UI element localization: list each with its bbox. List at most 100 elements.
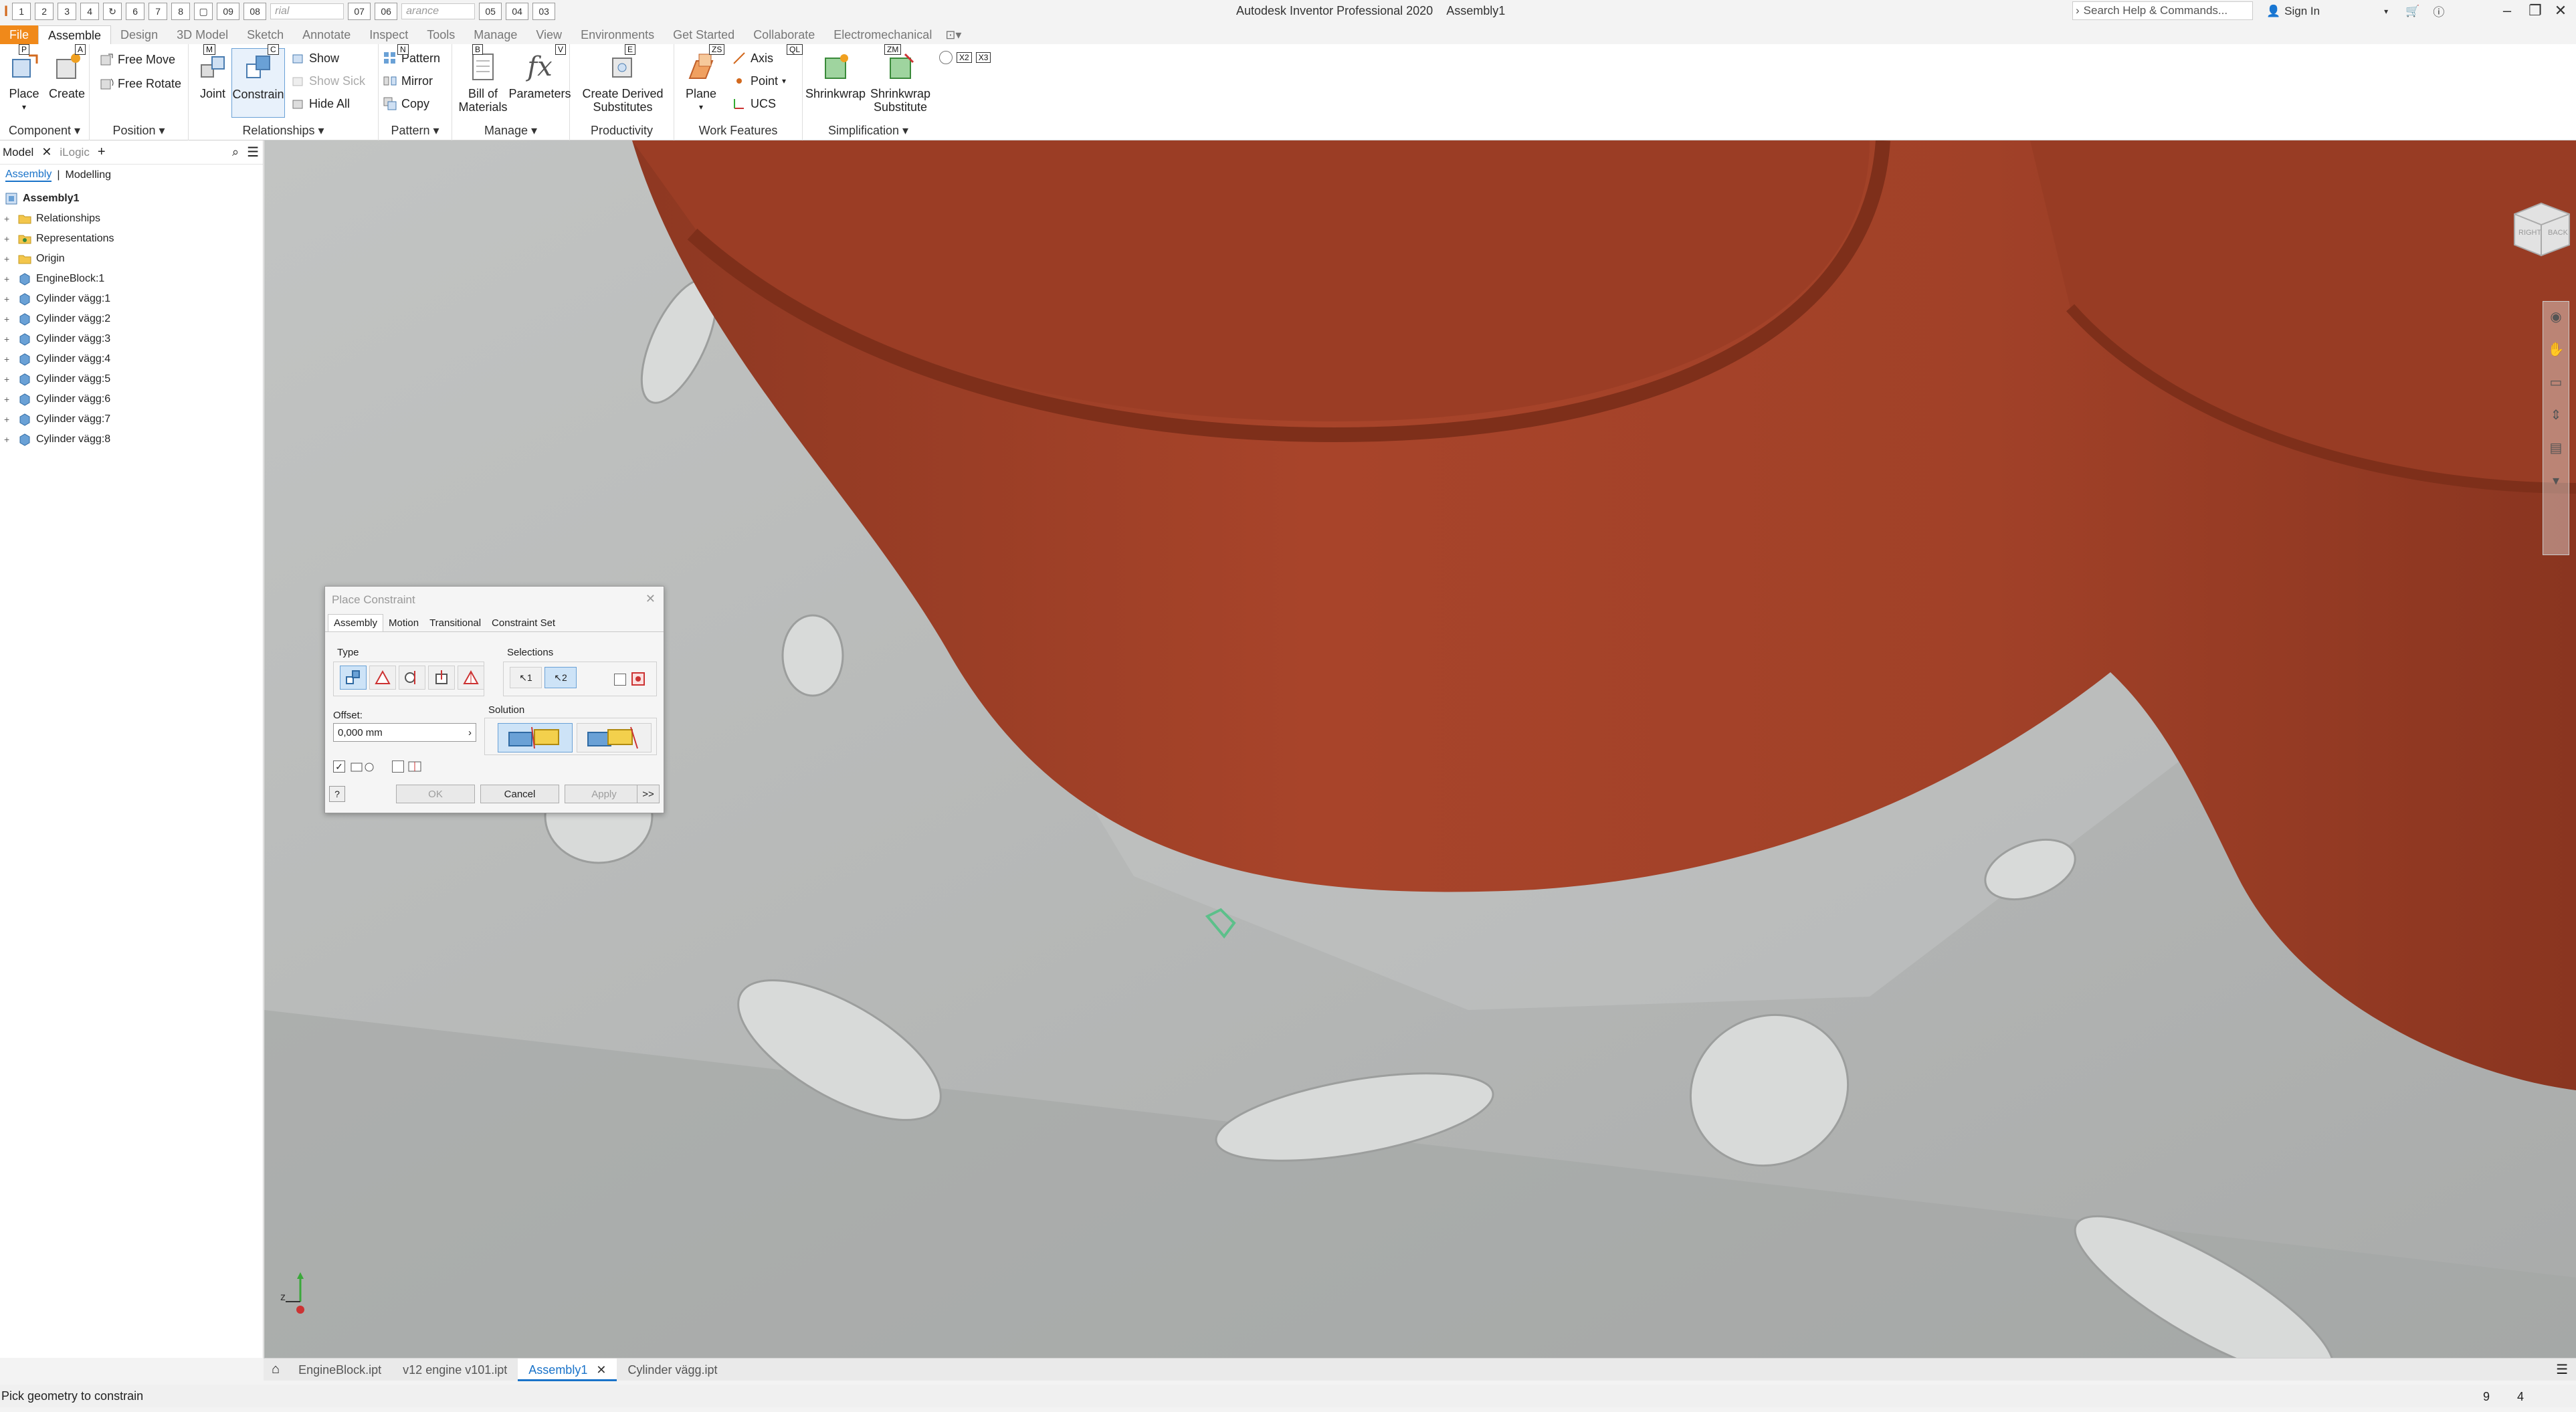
expand-icon[interactable]: + bbox=[4, 395, 13, 404]
ribbon-options-button[interactable]: X2 X3 bbox=[939, 51, 991, 64]
tab-inspect[interactable]: Inspect bbox=[360, 25, 417, 44]
viewcube-right-face[interactable]: RIGHT bbox=[2518, 229, 2541, 237]
save-button[interactable]: 3 bbox=[58, 3, 77, 20]
tree-item-cylinder-2[interactable]: + Cylinder vägg:2 bbox=[0, 309, 263, 329]
add-tab-icon[interactable]: + bbox=[98, 144, 106, 160]
tab-tools[interactable]: Tools bbox=[417, 25, 464, 44]
viewcube-back-face[interactable]: BACK bbox=[2548, 229, 2568, 237]
shrinkwrap-button[interactable]: Shrinkwrap bbox=[803, 49, 868, 100]
expand-icon[interactable]: + bbox=[4, 214, 13, 223]
tab-get-started[interactable]: Get Started bbox=[664, 25, 744, 44]
expand-icon[interactable]: + bbox=[4, 294, 13, 304]
tab-menu-icon[interactable]: ☰ bbox=[2556, 1361, 2568, 1378]
qat-09-button[interactable]: 09 bbox=[217, 3, 240, 20]
expand-icon[interactable]: + bbox=[4, 355, 13, 364]
dialog-title-bar[interactable]: Place Constraint ✕ bbox=[325, 587, 664, 613]
tab-assembly[interactable]: Assembly bbox=[328, 614, 384, 631]
selection-1-button[interactable]: ↖ 1 bbox=[510, 667, 542, 688]
close-icon[interactable]: ✕ bbox=[646, 592, 656, 606]
group-label-manage[interactable]: Manage ▾ bbox=[452, 124, 569, 138]
qat-06-button[interactable]: 06 bbox=[375, 3, 398, 20]
viewcube[interactable]: RIGHT BACK bbox=[2509, 194, 2573, 258]
tree-item-origin[interactable]: + Origin bbox=[0, 249, 263, 269]
close-window-button[interactable]: ✕ bbox=[2547, 0, 2574, 21]
tab-model[interactable]: Model bbox=[3, 146, 33, 159]
apply-button[interactable]: Apply bbox=[565, 785, 643, 803]
pattern-button[interactable]: Pattern bbox=[383, 51, 440, 66]
tab-transitional[interactable]: Transitional bbox=[424, 615, 486, 631]
constrain-button[interactable]: Constrain bbox=[231, 48, 285, 118]
tab-ilogic[interactable]: iLogic bbox=[60, 146, 89, 159]
tree-item-cylinder-1[interactable]: + Cylinder vägg:1 bbox=[0, 289, 263, 309]
tangent-constraint-button[interactable] bbox=[399, 666, 425, 690]
shrinkwrap-substitute-button[interactable]: Shrinkwrap Substitute bbox=[867, 49, 934, 114]
tab-file[interactable]: File bbox=[0, 25, 39, 44]
cancel-button[interactable]: Cancel bbox=[480, 785, 559, 803]
tree-item-cylinder-8[interactable]: + Cylinder vägg:8 bbox=[0, 429, 263, 449]
selection-2-button[interactable]: ↖ 2 bbox=[544, 667, 577, 688]
properties-button[interactable]: ▢ bbox=[194, 3, 213, 20]
symmetry-constraint-button[interactable] bbox=[458, 666, 484, 690]
tab-manage[interactable]: Manage bbox=[464, 25, 526, 44]
tab-view[interactable]: View bbox=[526, 25, 571, 44]
qat-08-button[interactable]: 08 bbox=[243, 3, 267, 20]
group-label-position[interactable]: Position ▾ bbox=[90, 124, 188, 138]
close-icon[interactable]: ✕ bbox=[596, 1363, 606, 1377]
tab-environments[interactable]: Environments bbox=[571, 25, 664, 44]
tree-item-cylinder-4[interactable]: + Cylinder vägg:4 bbox=[0, 349, 263, 369]
restore-button[interactable]: ❐ bbox=[2522, 0, 2549, 21]
expand-icon[interactable]: + bbox=[4, 274, 13, 284]
doc-tab-cylinder[interactable]: Cylinder vägg.ipt bbox=[617, 1358, 728, 1381]
more-options-button[interactable]: >> bbox=[637, 785, 660, 803]
tab-motion[interactable]: Motion bbox=[383, 615, 424, 631]
tab-constraint-set[interactable]: Constraint Set bbox=[486, 615, 561, 631]
show-preview-checkbox[interactable]: ✓ bbox=[333, 761, 345, 773]
plane-button[interactable]: Plane ▾ bbox=[680, 49, 722, 114]
material-dropdown[interactable]: rial bbox=[270, 3, 344, 19]
ucs-button[interactable]: UCS bbox=[732, 96, 776, 111]
pan-hand-icon[interactable]: ✋ bbox=[2548, 341, 2565, 358]
solution-flush-button[interactable] bbox=[577, 723, 652, 752]
orbit-icon[interactable]: ⇕ bbox=[2551, 407, 2562, 423]
tab-sketch[interactable]: Sketch bbox=[237, 25, 293, 44]
redo-button[interactable]: ↻ bbox=[103, 3, 122, 20]
new-file-button[interactable]: 1 bbox=[12, 3, 31, 20]
tree-item-relationships[interactable]: + Relationships bbox=[0, 209, 263, 229]
expand-icon[interactable]: + bbox=[4, 254, 13, 264]
tree-item-representations[interactable]: + Representations bbox=[0, 229, 263, 249]
parameters-button[interactable]: fx Parameters bbox=[508, 49, 571, 100]
home-button[interactable]: 6 bbox=[126, 3, 145, 20]
show-sick-button[interactable]: Show Sick bbox=[290, 74, 365, 88]
tree-item-cylinder-5[interactable]: + Cylinder vägg:5 bbox=[0, 369, 263, 389]
close-icon[interactable]: ✕ bbox=[41, 145, 52, 159]
free-rotate-button[interactable]: Free Rotate bbox=[99, 76, 181, 91]
search-icon[interactable]: ⌕ bbox=[232, 145, 239, 159]
free-move-button[interactable]: Free Move bbox=[99, 52, 175, 67]
tab-assemble[interactable]: Assemble bbox=[38, 25, 112, 44]
help-search-input[interactable]: › Search Help & Commands... bbox=[2072, 1, 2253, 20]
help-button[interactable]: ? bbox=[329, 786, 345, 802]
create-button[interactable]: Create bbox=[47, 49, 87, 100]
group-label-component[interactable]: Component ▾ bbox=[0, 124, 89, 138]
expand-icon[interactable]: + bbox=[4, 415, 13, 424]
expand-icon[interactable]: + bbox=[4, 314, 13, 324]
look-at-icon[interactable]: ▤ bbox=[2550, 439, 2563, 456]
point-button[interactable]: Point ▾ bbox=[732, 74, 786, 88]
steering-wheel-icon[interactable]: ◉ bbox=[2550, 308, 2561, 325]
menu-icon[interactable]: ☰ bbox=[247, 144, 259, 161]
joint-button[interactable]: Joint bbox=[194, 49, 231, 100]
copy-button[interactable]: Copy bbox=[383, 96, 429, 111]
help-icon[interactable]: ⓘ bbox=[2433, 3, 2444, 19]
zoom-icon[interactable]: ▭ bbox=[2550, 374, 2563, 391]
undo-button[interactable]: 4 bbox=[80, 3, 100, 20]
pick-part-first-checkbox[interactable] bbox=[614, 674, 626, 686]
hide-all-button[interactable]: Hide All bbox=[290, 96, 350, 111]
expand-icon[interactable]: + bbox=[4, 375, 13, 384]
ribbon-extras-button[interactable]: ⊡▾ bbox=[941, 25, 965, 44]
offset-arrow-icon[interactable]: › bbox=[468, 727, 472, 738]
show-button[interactable]: Show bbox=[290, 51, 339, 66]
qat-03-button[interactable]: 03 bbox=[532, 3, 556, 20]
doc-tab-assembly1[interactable]: Assembly1 ✕ bbox=[518, 1358, 617, 1381]
expand-icon[interactable]: + bbox=[4, 435, 13, 444]
predict-offset-checkbox[interactable] bbox=[392, 761, 404, 773]
